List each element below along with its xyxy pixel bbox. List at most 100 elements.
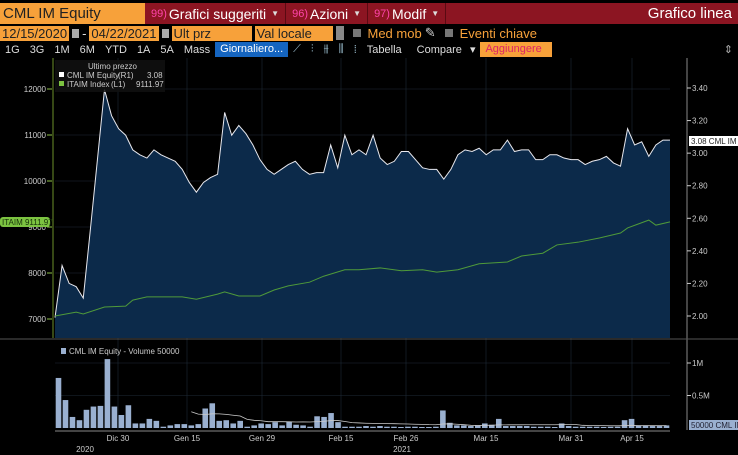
volume-axis-tick: 1M (692, 359, 703, 368)
volume-bar (223, 420, 230, 428)
right-axis-tick: 2.60 (692, 214, 708, 223)
left-axis-tick: 7000 (28, 315, 46, 324)
volume-bar (314, 416, 320, 428)
svg-text:3.08 CML IM: 3.08 CML IM (691, 137, 737, 146)
volume-bar (286, 421, 292, 428)
volume-bar (209, 403, 216, 428)
volume-bar (377, 426, 383, 428)
right-axis-tick: 2.40 (692, 247, 708, 256)
volume-bar (454, 425, 460, 428)
volume-bar (468, 426, 474, 428)
volume-bar (405, 426, 411, 428)
volume-bar (384, 426, 390, 428)
volume-bar (146, 418, 153, 428)
volume-bar (62, 400, 69, 428)
volume-bar (132, 423, 139, 428)
volume-bar (558, 423, 565, 428)
price-chart: 7000800090001000011000120002.002.202.402… (0, 58, 738, 454)
volume-bar (272, 422, 278, 428)
volume-bar (55, 377, 62, 428)
x-axis-label: Gen 29 (249, 434, 276, 443)
volume-bar (565, 426, 572, 428)
volume-bar (614, 426, 621, 428)
volume-bar (649, 426, 656, 428)
volume-bar (244, 426, 250, 428)
volume-bar (279, 425, 285, 428)
volume-bar (258, 423, 264, 428)
volume-bar (579, 426, 586, 428)
cml-tag: 3.08 CML IM (689, 136, 738, 146)
volume-bar (621, 420, 628, 428)
x-axis-label: Gen 15 (174, 434, 201, 443)
x-axis-label: Mar 15 (474, 434, 499, 443)
volume-bar (537, 426, 544, 428)
volume-bar (426, 427, 432, 428)
x-axis-label: Apr 15 (620, 434, 644, 443)
legend: Ultimo prezzo CML IM Equity (R1) 3.08 IT… (55, 60, 165, 92)
left-axis-tick: 8000 (28, 269, 46, 278)
volume-bar (321, 416, 327, 428)
volume-bar (111, 406, 118, 428)
volume-legend: CML IM Equity - Volume 50000 (69, 347, 180, 356)
legend-itaim-value: 9111.97 (136, 80, 164, 89)
volume-bar (391, 426, 397, 428)
volume-bar (412, 426, 418, 428)
volume-bar (342, 426, 348, 428)
svg-text:50000 CML IM: 50000 CML IM (691, 421, 738, 430)
volume-bar (104, 359, 111, 428)
left-axis-tick: 11000 (24, 131, 46, 140)
volume-bar (628, 418, 635, 428)
volume-bar (572, 426, 579, 428)
volume-bar (516, 426, 523, 428)
year-label: 2020 (76, 445, 94, 454)
volume-bar (530, 426, 537, 428)
volume-bar (230, 423, 237, 428)
volume-bar (188, 425, 195, 428)
volume-bar (461, 425, 467, 428)
volume-bar (90, 406, 97, 428)
x-axis-label: Dic 30 (107, 434, 130, 443)
volume-bar (349, 426, 355, 428)
volume-bar (139, 423, 146, 428)
right-axis-tick: 2.00 (692, 312, 708, 321)
legend-cml-name: CML IM Equity (67, 71, 119, 80)
volume-bar (551, 427, 558, 428)
volume-bar (398, 427, 404, 428)
legend-cml-value: 3.08 (147, 71, 163, 80)
volume-bar (125, 405, 132, 428)
volume-bar (593, 426, 600, 428)
volume-tag: 50000 CML IM (689, 420, 738, 430)
volume-bar (586, 426, 593, 428)
volume-bar (76, 420, 83, 428)
itaim-tag: ITAIM 9111.97 (0, 217, 53, 227)
legend-itaim-axis: (L1) (111, 80, 126, 89)
volume-bar (216, 420, 223, 428)
volume-bar (153, 420, 160, 428)
volume-bar (118, 415, 125, 428)
volume-bar (251, 425, 257, 428)
volume-bar (237, 420, 243, 428)
volume-bar (370, 426, 376, 428)
volume-bar (656, 426, 663, 428)
volume-bar (523, 426, 530, 428)
volume-bar (265, 424, 271, 428)
legend-swatch-itaim (59, 81, 64, 86)
volume-bar (307, 426, 313, 428)
volume-bar (607, 426, 614, 428)
volume-bar (335, 422, 341, 428)
year-label: 2021 (393, 445, 411, 454)
volume-bar (195, 424, 202, 428)
volume-bar (440, 410, 446, 428)
volume-bar (181, 424, 188, 428)
volume-bar (97, 405, 104, 428)
legend-swatch-cml (59, 72, 64, 77)
volume-legend-swatch (61, 348, 66, 354)
right-axis-tick: 3.20 (692, 117, 708, 126)
right-axis-tick: 2.80 (692, 182, 708, 191)
volume-bar (509, 426, 516, 428)
volume-axis-tick: 0.5M (692, 392, 710, 401)
cml-price-area (55, 89, 670, 338)
right-axis-tick: 3.40 (692, 84, 708, 93)
legend-itaim-name: ITAIM Index (67, 80, 110, 89)
volume-bar (356, 426, 362, 428)
